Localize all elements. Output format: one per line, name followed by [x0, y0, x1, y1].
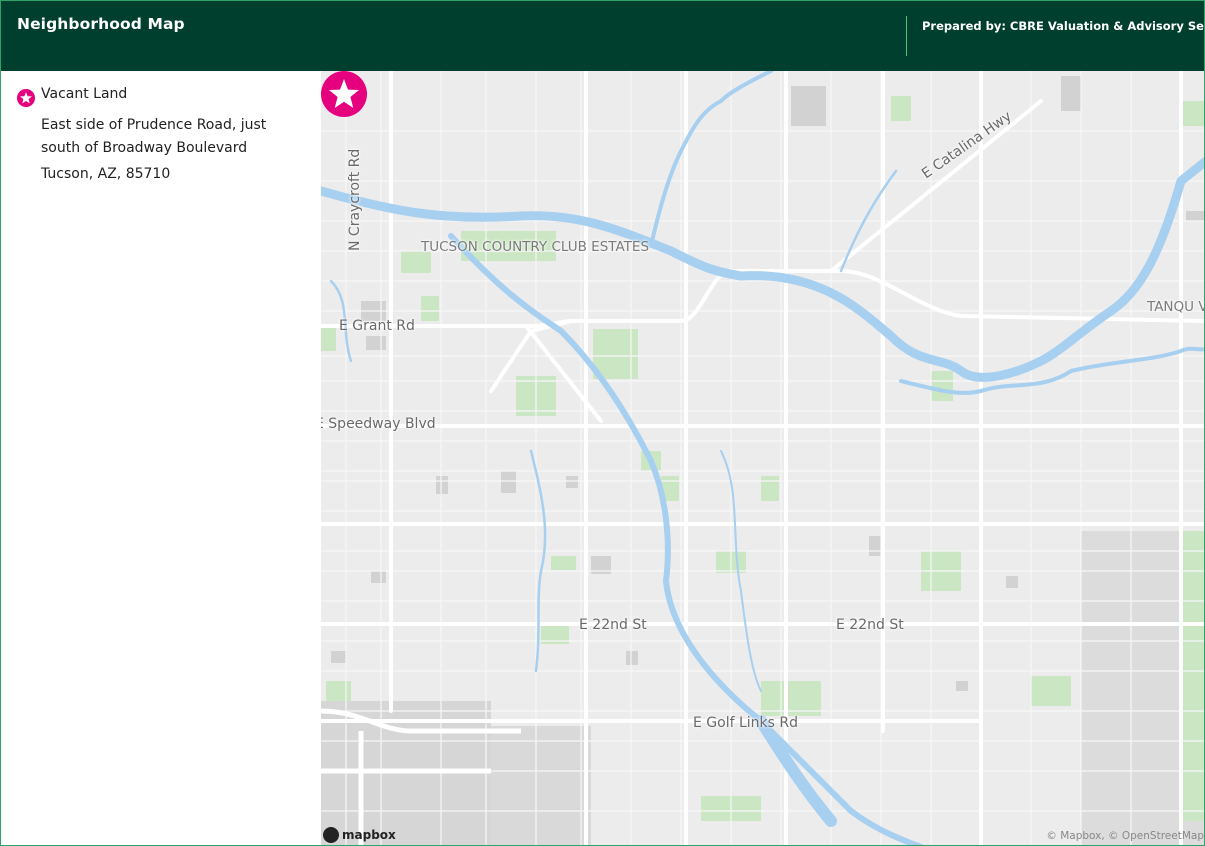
label-22nd-west: E 22nd St — [579, 617, 647, 633]
label-22nd-east: E 22nd St — [836, 617, 904, 633]
label-golf-links: E Golf Links Rd — [693, 715, 799, 731]
page-title: Neighborhood Map — [17, 15, 185, 33]
map-attribution[interactable]: © Mapbox, © OpenStreetMap — [1046, 830, 1204, 842]
header-bar: Neighborhood Map Prepared by: CBRE Valua… — [1, 1, 1205, 71]
subject-star-marker[interactable] — [321, 71, 367, 117]
page-frame: Neighborhood Map Prepared by: CBRE Valua… — [0, 0, 1205, 846]
label-craycroft: N Craycroft Rd — [347, 148, 363, 251]
legend-address: East side of Prudence Road, just south o… — [41, 117, 267, 156]
legend-city: Tucson, AZ, 85710 — [41, 166, 171, 182]
label-grant: E Grant Rd — [339, 318, 415, 334]
star-icon — [17, 89, 35, 107]
label-tucson-country-club: TUCSON COUNTRY CLUB ESTATES — [421, 239, 650, 255]
mapbox-icon — [323, 827, 339, 843]
mapbox-logo[interactable]: mapbox — [323, 827, 396, 843]
mapbox-wordmark: mapbox — [342, 828, 396, 842]
prepared-by: Prepared by: CBRE Valuation & Advisory S… — [922, 19, 1205, 33]
legend-panel — [1, 71, 321, 845]
neighborhood-map[interactable]: N Craycroft Rd E Catalina Hwy TUCSON COU… — [321, 71, 1204, 845]
label-speedway: E Speedway Blvd — [321, 416, 436, 432]
label-tanque-verde: TANQU VERDE — [1147, 299, 1204, 315]
header-divider — [906, 16, 907, 56]
legend-label: Vacant Land — [41, 86, 128, 102]
